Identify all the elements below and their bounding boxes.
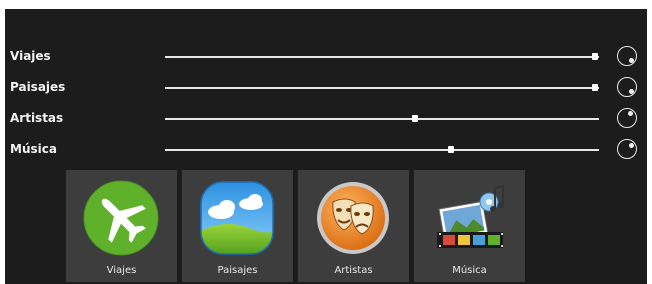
tile-viajes[interactable]: Viajes (66, 170, 177, 282)
row-label-viajes: Viajes (10, 49, 51, 63)
row-musica: Música (5, 139, 647, 161)
tile-musica[interactable]: Música (414, 170, 525, 282)
slider-track (165, 56, 599, 58)
slider-musica[interactable] (165, 146, 599, 153)
landscape-icon (200, 181, 274, 255)
row-label-paisajes: Paisajes (10, 80, 66, 94)
slider-track (165, 149, 599, 151)
film-music-icon (437, 184, 504, 248)
row-label-musica: Música (10, 142, 57, 156)
row-label-artistas: Artistas (10, 111, 64, 125)
slider-track (165, 118, 599, 120)
tile-artistas[interactable]: Artistas (298, 170, 409, 282)
dial-paisajes[interactable] (617, 77, 637, 97)
tile-label-artistas: Artistas (334, 265, 373, 276)
slider-thumb[interactable] (591, 84, 598, 91)
row-paisajes: Paisajes (5, 77, 647, 99)
dial-indicator (629, 89, 634, 94)
slider-paisajes[interactable] (165, 84, 599, 91)
tile-label-musica: Música (452, 265, 487, 276)
dial-artistas[interactable] (617, 108, 637, 128)
slider-thumb[interactable] (591, 53, 598, 60)
airplane-icon (83, 180, 159, 256)
dial-musica[interactable] (617, 139, 637, 159)
row-viajes: Viajes (5, 46, 647, 68)
app-panel: Viajes Paisajes Artistas Música Viajes P… (5, 9, 647, 284)
dial-viajes[interactable] (617, 46, 637, 66)
tile-label-viajes: Viajes (106, 265, 137, 276)
dial-indicator (629, 58, 634, 63)
slider-thumb[interactable] (411, 115, 418, 122)
theater-masks-icon (317, 182, 389, 254)
tile-paisajes[interactable]: Paisajes (182, 170, 293, 282)
tile-label-paisajes: Paisajes (217, 265, 258, 276)
slider-artistas[interactable] (165, 115, 599, 122)
row-artistas: Artistas (5, 108, 647, 130)
slider-thumb[interactable] (448, 146, 455, 153)
slider-track (165, 87, 599, 89)
dial-indicator (628, 111, 633, 116)
slider-viajes[interactable] (165, 53, 599, 60)
dial-indicator (629, 143, 634, 148)
